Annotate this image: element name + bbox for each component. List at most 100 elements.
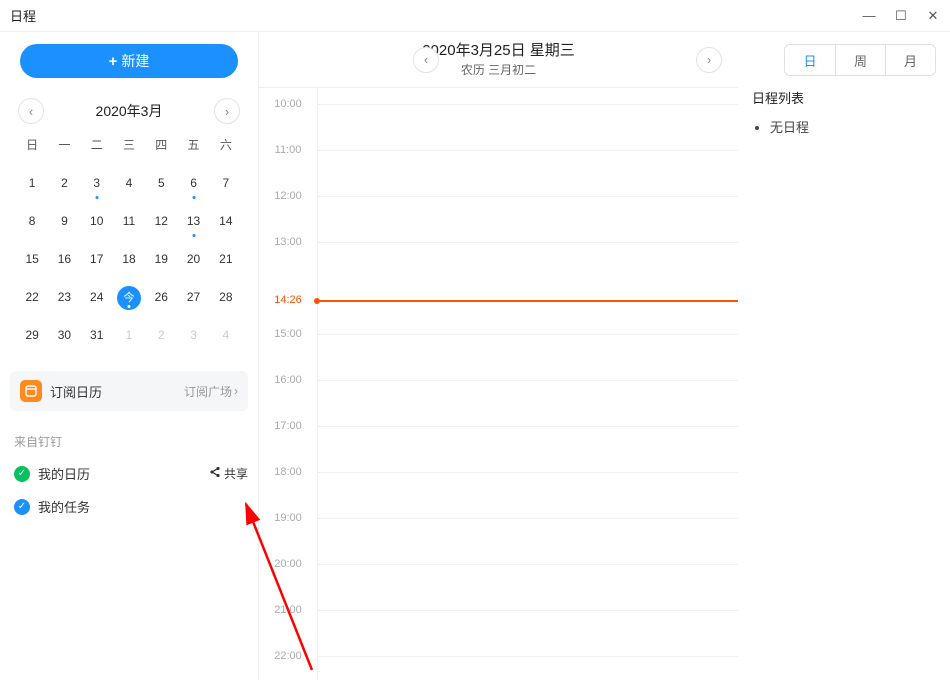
hour-label: 15:00 <box>259 328 317 340</box>
mini-cal-day[interactable]: 18 <box>113 247 145 271</box>
hour-row: 19:00 <box>259 518 738 564</box>
mini-cal-day[interactable]: 10 <box>81 209 113 233</box>
mini-cal-day[interactable]: 23 <box>48 285 80 309</box>
maximize-icon[interactable]: ☐ <box>894 8 908 24</box>
mini-cal-day[interactable]: 27 <box>177 285 209 309</box>
mini-cal-day[interactable]: 11 <box>113 209 145 233</box>
mini-cal-day[interactable]: 30 <box>48 323 80 347</box>
hour-row: 18:00 <box>259 472 738 518</box>
hour-label: 16:00 <box>259 374 317 386</box>
share-button[interactable]: 共享 <box>209 465 248 482</box>
from-dingtalk-label: 来自钉钉 <box>10 433 248 450</box>
mini-cal-dow: 六 <box>210 136 242 153</box>
hour-row: 15:00 <box>259 334 738 380</box>
hour-label: 13:00 <box>259 236 317 248</box>
mini-cal-day[interactable]: 16 <box>48 247 80 271</box>
mini-cal-day[interactable]: 12 <box>145 209 177 233</box>
mini-cal-day[interactable]: 26 <box>145 285 177 309</box>
day-next[interactable]: › <box>696 47 722 73</box>
calendar-item[interactable]: ✓我的日历共享 <box>10 464 248 483</box>
hour-label: 12:00 <box>259 190 317 202</box>
calendar-item[interactable]: ✓我的任务 <box>10 497 248 516</box>
mini-cal-day[interactable]: 7 <box>210 171 242 195</box>
mini-cal-day[interactable]: 15 <box>16 247 48 271</box>
agenda-empty: 无日程 <box>770 117 936 136</box>
new-event-label: 新建 <box>121 51 149 71</box>
sidebar: + 新建 ‹ 2020年3月 › 日一二三四五六1234567891011121… <box>0 32 258 680</box>
hour-label: 11:00 <box>259 144 317 156</box>
hour-row: 22:00 <box>259 656 738 680</box>
mini-cal-day[interactable]: 14 <box>210 209 242 233</box>
close-icon[interactable]: ✕ <box>926 8 940 24</box>
mini-cal-day[interactable]: 22 <box>16 285 48 309</box>
mini-cal-day[interactable]: 6 <box>177 171 209 195</box>
day-prev[interactable]: ‹ <box>413 47 439 73</box>
hour-row: 16:00 <box>259 380 738 426</box>
mini-cal-day[interactable]: 8 <box>16 209 48 233</box>
window-controls: — ☐ ✕ <box>862 8 940 24</box>
mini-cal-day[interactable]: 9 <box>48 209 80 233</box>
hour-row: 13:00 <box>259 242 738 288</box>
hour-row: 17:00 <box>259 426 738 472</box>
mini-cal-day[interactable]: 28 <box>210 285 242 309</box>
mini-cal-dow: 二 <box>81 136 113 153</box>
mini-cal-day[interactable]: 4 <box>113 171 145 195</box>
mini-cal-day[interactable]: 19 <box>145 247 177 271</box>
hour-label: 20:00 <box>259 558 317 570</box>
mini-cal-day[interactable]: 1 <box>16 171 48 195</box>
hour-row: 20:00 <box>259 564 738 610</box>
subscribe-market[interactable]: 订阅广场 › <box>184 383 238 400</box>
tab-month[interactable]: 月 <box>885 45 935 75</box>
mini-cal-day[interactable]: 5 <box>145 171 177 195</box>
mini-cal-dow: 四 <box>145 136 177 153</box>
mini-cal-day[interactable]: 21 <box>210 247 242 271</box>
minimize-icon[interactable]: — <box>862 8 876 23</box>
day-title: 2020年3月25日 星期三 <box>422 41 575 61</box>
mini-cal-day[interactable]: 20 <box>177 247 209 271</box>
mini-cal-title: 2020年3月 <box>96 101 163 121</box>
hour-label: 19:00 <box>259 512 317 524</box>
mini-cal-day[interactable]: 2 <box>145 323 177 347</box>
mini-cal-day[interactable]: 今 <box>113 285 145 309</box>
tab-day[interactable]: 日 <box>785 45 835 75</box>
mini-cal-prev[interactable]: ‹ <box>18 98 44 124</box>
day-lunar: 农历 三月初二 <box>422 62 575 78</box>
now-time-label: 14:26 <box>259 294 317 306</box>
new-event-button[interactable]: + 新建 <box>20 44 238 78</box>
agenda-panel: 日程列表 无日程 <box>738 32 950 680</box>
subscribe-calendar[interactable]: 订阅日历 订阅广场 › <box>10 371 248 411</box>
timeline[interactable]: 10:0011:0012:0013:0014:2615:0016:0017:00… <box>259 88 738 680</box>
mini-cal-day[interactable]: 4 <box>210 323 242 347</box>
mini-cal-day[interactable]: 3 <box>177 323 209 347</box>
mini-cal-day[interactable]: 3 <box>81 171 113 195</box>
hour-row: 11:00 <box>259 150 738 196</box>
mini-cal-day[interactable]: 2 <box>48 171 80 195</box>
hour-label: 21:00 <box>259 604 317 616</box>
mini-cal-day[interactable]: 24 <box>81 285 113 309</box>
hour-label: 10:00 <box>259 98 317 110</box>
titlebar: 日程 — ☐ ✕ <box>0 0 950 32</box>
agenda-title: 日程列表 <box>752 88 936 107</box>
hour-row: 21:00 <box>259 610 738 656</box>
tab-week[interactable]: 周 <box>835 45 885 75</box>
hour-label: 17:00 <box>259 420 317 432</box>
calendar-label: 我的任务 <box>38 497 90 516</box>
day-view: ‹ 2020年3月25日 星期三 农历 三月初二 › 10:0011:0012:… <box>258 32 738 680</box>
mini-cal-day[interactable]: 13 <box>177 209 209 233</box>
day-header: ‹ 2020年3月25日 星期三 农历 三月初二 › <box>258 32 738 88</box>
mini-cal-day[interactable]: 1 <box>113 323 145 347</box>
subscribe-icon <box>20 380 42 402</box>
hour-label: 18:00 <box>259 466 317 478</box>
calendar-label: 我的日历 <box>38 464 90 483</box>
chevron-right-icon: › <box>234 384 238 398</box>
mini-cal-day[interactable]: 29 <box>16 323 48 347</box>
mini-calendar: ‹ 2020年3月 › 日一二三四五六123456789101112131415… <box>10 92 248 353</box>
mini-cal-dow: 日 <box>16 136 48 153</box>
mini-cal-dow: 五 <box>177 136 209 153</box>
subscribe-label: 订阅日历 <box>50 382 102 401</box>
mini-cal-dow: 一 <box>48 136 80 153</box>
mini-cal-next[interactable]: › <box>214 98 240 124</box>
plus-icon: + <box>109 53 118 70</box>
mini-cal-day[interactable]: 31 <box>81 323 113 347</box>
mini-cal-day[interactable]: 17 <box>81 247 113 271</box>
